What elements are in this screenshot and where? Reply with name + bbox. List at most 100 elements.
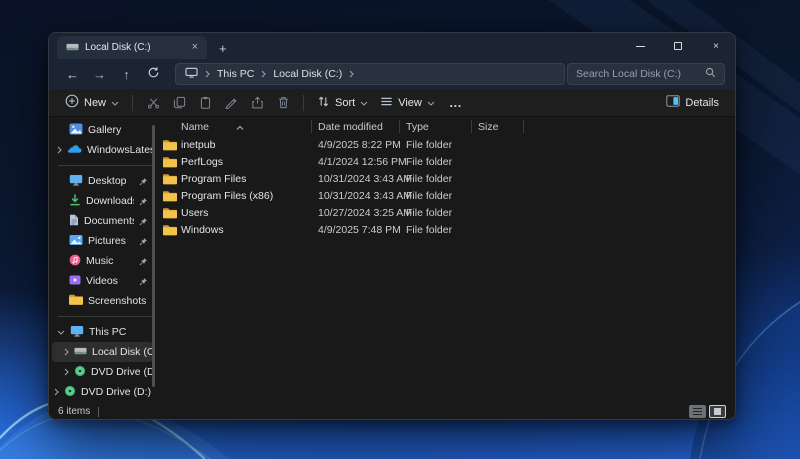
file-date-modified: 4/9/2025 7:48 PM bbox=[318, 224, 401, 236]
sidebar-item-label: This PC bbox=[89, 326, 153, 338]
back-button[interactable]: ← bbox=[59, 67, 86, 82]
file-date-modified: 10/31/2024 3:43 AM bbox=[318, 190, 412, 202]
maximize-button[interactable] bbox=[659, 33, 697, 59]
details-button-label: Details bbox=[685, 97, 719, 109]
sidebar-scrollbar[interactable] bbox=[152, 125, 155, 387]
pictures-icon bbox=[69, 234, 83, 249]
this-pc-icon bbox=[70, 325, 84, 340]
sidebar-item-label: Downloads bbox=[86, 195, 134, 207]
file-row[interactable]: PerfLogs 4/1/2024 12:56 PM File folder bbox=[156, 153, 735, 170]
column-divider[interactable] bbox=[311, 120, 312, 133]
sidebar-item-label: Pictures bbox=[88, 235, 134, 247]
paste-button[interactable] bbox=[192, 92, 218, 114]
breadcrumb-local-disk[interactable]: Local Disk (C:) bbox=[273, 68, 342, 80]
folder-icon bbox=[163, 190, 177, 201]
pin-icon bbox=[139, 277, 148, 286]
circle-plus-icon bbox=[65, 94, 79, 111]
breadcrumb-this-pc[interactable]: This PC bbox=[217, 68, 254, 80]
pin-icon bbox=[139, 217, 148, 226]
view-button[interactable]: View bbox=[374, 91, 441, 115]
search-input[interactable] bbox=[576, 68, 699, 80]
sidebar-item-label: Documents bbox=[84, 215, 134, 227]
sort-button-label: Sort bbox=[335, 97, 355, 109]
details-view-toggle[interactable] bbox=[689, 405, 706, 418]
file-row[interactable]: Program Files (x86) 10/31/2024 3:43 AM F… bbox=[156, 187, 735, 204]
column-divider[interactable] bbox=[399, 120, 400, 133]
file-row[interactable]: inetpub 4/9/2025 8:22 PM File folder bbox=[156, 136, 735, 153]
details-pane-button[interactable]: Details bbox=[660, 91, 725, 115]
downloads-icon bbox=[69, 194, 81, 209]
new-tab-button[interactable]: + bbox=[219, 42, 227, 55]
up-button[interactable]: ↑ bbox=[113, 67, 140, 82]
column-header-size[interactable]: Size bbox=[478, 121, 498, 133]
sidebar-item-pictures[interactable]: Pictures bbox=[52, 231, 153, 251]
file-row[interactable]: Users 10/27/2024 3:25 AM File folder bbox=[156, 204, 735, 221]
dvd-drive-icon bbox=[64, 385, 76, 400]
sidebar-item-screenshots[interactable]: Screenshots bbox=[52, 291, 153, 311]
folder-icon bbox=[69, 294, 83, 308]
chevron-down-icon[interactable] bbox=[57, 330, 65, 335]
sidebar-item-windowslatest[interactable]: WindowsLatest bbox=[52, 140, 153, 160]
cut-button[interactable] bbox=[140, 92, 166, 114]
more-options-button[interactable]: … bbox=[441, 95, 471, 110]
onedrive-icon bbox=[67, 144, 82, 157]
forward-button[interactable]: → bbox=[86, 67, 113, 82]
sidebar-item-music[interactable]: Music bbox=[52, 251, 153, 271]
sort-button[interactable]: Sort bbox=[311, 91, 374, 115]
sidebar-item-videos[interactable]: Videos bbox=[52, 271, 153, 291]
chevron-down-icon bbox=[111, 97, 119, 109]
dvd-drive-icon bbox=[74, 365, 86, 380]
sidebar-item-label: WindowsLatest bbox=[87, 144, 153, 156]
sidebar-item-dvd-drive-d[interactable]: DVD Drive (D:) bbox=[52, 362, 153, 382]
sidebar-item-local-disk-c[interactable]: Local Disk (C:) bbox=[52, 342, 153, 362]
minimize-button[interactable] bbox=[621, 33, 659, 59]
sidebar-item-this-pc[interactable]: This PC bbox=[52, 322, 153, 342]
column-header-date-modified[interactable]: Date modified bbox=[318, 121, 383, 133]
chevron-right-icon[interactable] bbox=[54, 388, 59, 396]
file-type: File folder bbox=[406, 190, 452, 202]
sort-ascending-icon bbox=[236, 121, 244, 133]
sidebar-item-documents[interactable]: Documents bbox=[52, 211, 153, 231]
chevron-right-icon[interactable] bbox=[64, 348, 69, 356]
share-button[interactable] bbox=[244, 92, 270, 114]
chevron-down-icon bbox=[427, 97, 435, 109]
sidebar-item-gallery[interactable]: Gallery bbox=[52, 120, 153, 140]
sidebar-item-downloads[interactable]: Downloads bbox=[52, 191, 153, 211]
file-row[interactable]: Program Files 10/31/2024 3:43 AM File fo… bbox=[156, 170, 735, 187]
large-icons-view-toggle[interactable] bbox=[709, 405, 726, 418]
sidebar-item-label: Desktop bbox=[88, 175, 134, 187]
column-divider[interactable] bbox=[523, 120, 524, 133]
column-header-name[interactable]: Name bbox=[181, 121, 209, 133]
copy-button[interactable] bbox=[166, 92, 192, 114]
videos-icon bbox=[69, 274, 81, 289]
explorer-tab[interactable]: Local Disk (C:) × bbox=[57, 36, 207, 59]
folder-icon bbox=[163, 207, 177, 218]
tab-close-icon[interactable]: × bbox=[190, 42, 200, 53]
column-header-type[interactable]: Type bbox=[406, 121, 429, 133]
delete-button[interactable] bbox=[270, 92, 296, 114]
folder-icon bbox=[163, 156, 177, 167]
pin-icon bbox=[139, 197, 148, 206]
sidebar-item-desktop[interactable]: Desktop bbox=[52, 171, 153, 191]
breadcrumb-chevron-icon bbox=[349, 70, 354, 78]
file-name: inetpub bbox=[181, 139, 215, 151]
gallery-icon bbox=[69, 123, 83, 138]
sidebar-item-label: Local Disk (C:) bbox=[92, 346, 153, 358]
chevron-right-icon[interactable] bbox=[64, 368, 69, 376]
address-bar[interactable]: This PC Local Disk (C:) bbox=[175, 63, 565, 85]
column-divider[interactable] bbox=[471, 120, 472, 133]
file-row[interactable]: Windows 4/9/2025 7:48 PM File folder bbox=[156, 221, 735, 238]
this-pc-icon bbox=[185, 67, 198, 81]
column-headers: Name Date modified Type Size bbox=[156, 117, 735, 136]
status-divider bbox=[98, 407, 99, 417]
close-button[interactable]: × bbox=[697, 33, 735, 59]
refresh-button[interactable] bbox=[140, 66, 167, 82]
rename-button[interactable] bbox=[218, 92, 244, 114]
drive-icon bbox=[66, 39, 79, 57]
search-box[interactable] bbox=[567, 63, 725, 85]
sidebar-item-dvd-drive-d2[interactable]: DVD Drive (D:) C bbox=[52, 382, 153, 402]
sidebar-separator bbox=[58, 165, 152, 166]
new-button[interactable]: New bbox=[59, 91, 125, 115]
file-explorer-window: Local Disk (C:) × + × ← → ↑ bbox=[48, 32, 736, 420]
chevron-right-icon[interactable] bbox=[57, 146, 62, 154]
